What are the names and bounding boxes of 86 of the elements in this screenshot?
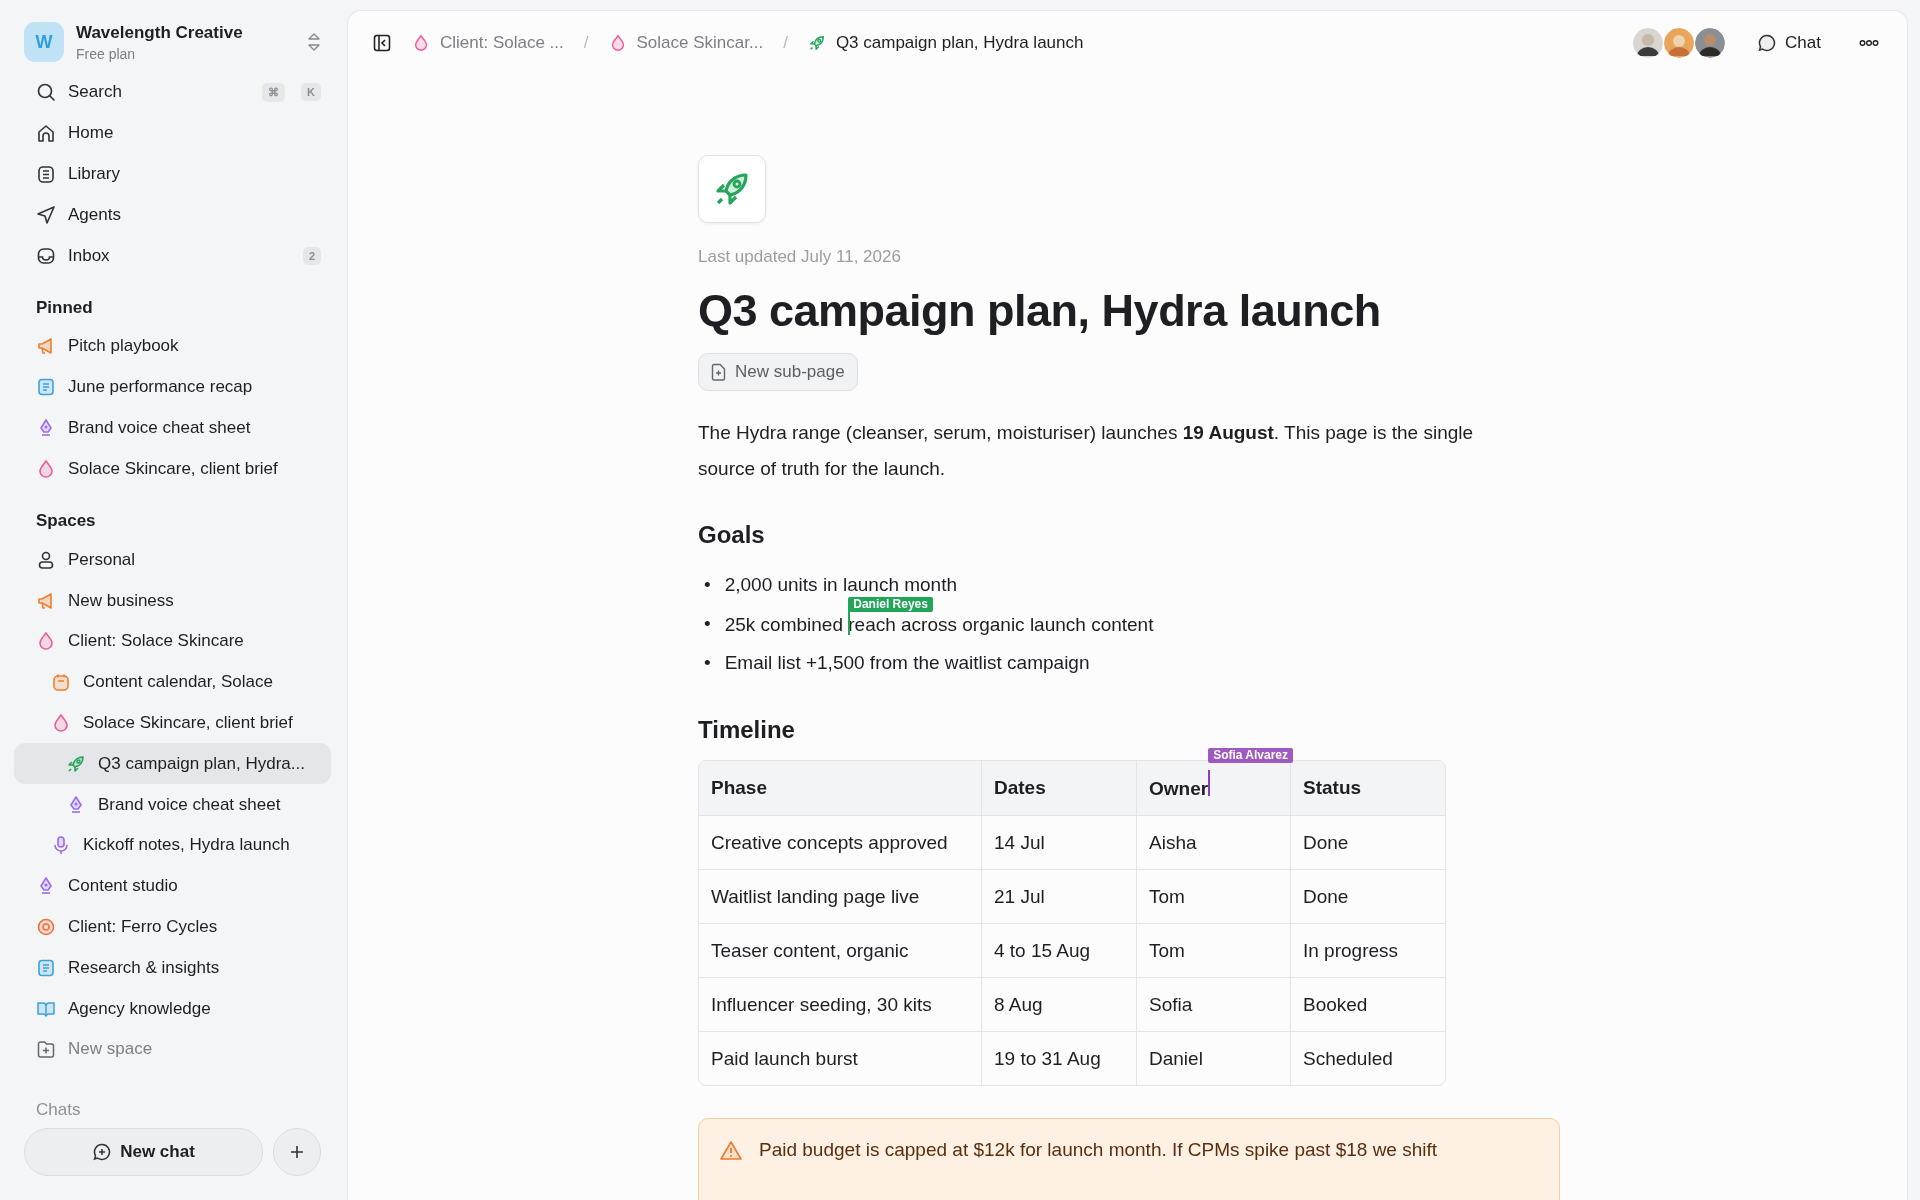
chat-button[interactable]: Chat <box>1751 32 1827 54</box>
table-cell: Paid launch burst <box>711 1047 858 1069</box>
table-cell: Tom <box>1149 885 1185 907</box>
workspace-name: Wavelength Creative <box>76 22 244 43</box>
section-heading: Pinned <box>35 298 94 319</box>
space-item[interactable]: Solace Skincare, client brief <box>14 702 331 744</box>
page-title: Q3 campaign plan, Hydra launch <box>698 285 1382 337</box>
chat-bubble-icon <box>1757 33 1778 53</box>
bullet: • <box>704 573 711 596</box>
table-cell: Daniel <box>1149 1047 1203 1069</box>
table-cell: 8 Aug <box>994 993 1043 1015</box>
space-item[interactable]: Content studio <box>14 865 331 907</box>
breadcrumb-link[interactable]: Solace Skincar... <box>602 33 770 53</box>
pinned-item[interactable]: Pitch playbook <box>14 326 331 367</box>
table-cell: Done <box>1303 885 1349 907</box>
goal-text: Email list +1,500 from the waitlist campaign <box>724 651 1090 674</box>
column-header: Status <box>1303 777 1362 798</box>
table-cell: Sofia <box>1149 993 1193 1015</box>
bullet: • <box>704 612 711 635</box>
table-cell: Waitlist landing page live <box>711 885 920 907</box>
intro-paragraph: The Hydra range (cleanser, serum, moisturiser) launches 19 August. This page is the single source of truth for the launch. <box>698 421 1475 481</box>
collaborator-name: Daniel Reyes <box>848 596 933 612</box>
pinned-item[interactable]: June performance recap <box>14 366 331 408</box>
space-item[interactable]: Personal <box>14 539 331 581</box>
breadcrumb-link[interactable]: Q3 campaign plan, Hydra launch <box>801 33 1090 53</box>
shortcut-key: ⌘ <box>262 82 286 102</box>
space-item[interactable]: New business <box>14 580 331 621</box>
table-cell: Done <box>1303 831 1349 853</box>
table-cell: Influencer seeding, 30 kits <box>711 993 932 1015</box>
column-header: Phase <box>711 777 767 798</box>
chat-plus-icon <box>92 1141 113 1162</box>
shortcut-key: K <box>301 83 321 102</box>
space-item[interactable]: Agency knowledge <box>14 988 331 1030</box>
workspace-plan: Free plan <box>76 45 137 62</box>
switcher-icon[interactable] <box>307 31 321 53</box>
space-item[interactable]: Q3 campaign plan, Hydra... <box>14 743 331 785</box>
table-cell: Creative concepts approved <box>711 831 948 853</box>
table-cell: 21 Jul <box>994 885 1045 907</box>
sidebar-toggle-icon[interactable] <box>372 33 392 53</box>
new-subpage-button[interactable]: New sub-page <box>698 353 858 391</box>
section-heading: Chats <box>35 1099 82 1120</box>
nav-item[interactable]: Search ⌘ K <box>14 72 331 113</box>
nav-item[interactable]: Agents <box>14 194 331 236</box>
new-chat-button[interactable]: New chat <box>24 1127 263 1176</box>
breadcrumb-separator: / <box>783 33 788 53</box>
space-item[interactable]: Brand voice cheat sheet <box>14 784 331 825</box>
table-cell: 14 Jul <box>994 831 1045 853</box>
bullet: • <box>704 651 711 674</box>
space-item[interactable]: Content calendar, Solace <box>14 661 331 703</box>
callout-text: Paid budget is capped at $12k for launch month. If CPMs spike past $18 we shift <box>759 1139 1438 1161</box>
collaborator-name: Sofia Alvarez <box>1208 748 1294 763</box>
pinned-item[interactable]: Solace Skincare, client brief <box>14 448 331 490</box>
space-item[interactable]: Client: Ferro Cycles <box>14 906 331 948</box>
nav-item[interactable]: Inbox 2 <box>14 235 331 277</box>
last-updated: Last updated July 11, 2026 <box>698 247 902 267</box>
table-cell: In progress <box>1303 939 1399 961</box>
avatar[interactable] <box>1695 28 1726 58</box>
section-heading: Timeline <box>698 716 796 744</box>
breadcrumb-separator: / <box>583 33 589 53</box>
column-header: Dates <box>994 777 1046 798</box>
nav-item[interactable]: Library <box>14 153 331 195</box>
avatar[interactable] <box>1633 28 1664 58</box>
space-item[interactable]: New space <box>14 1029 331 1070</box>
space-item[interactable]: Client: Solace Skincare <box>14 620 331 662</box>
pinned-item[interactable]: Brand voice cheat sheet <box>14 407 331 449</box>
space-item[interactable]: Kickoff notes, Hydra launch <box>14 825 331 866</box>
column-header: Owner <box>1149 778 1209 799</box>
count-badge: 2 <box>302 246 321 265</box>
goal-text: 2,000 units in launch month <box>724 573 958 596</box>
more-icon[interactable] <box>1859 39 1879 47</box>
page-plus-icon <box>711 363 727 381</box>
table-cell: Scheduled <box>1303 1047 1393 1069</box>
document-icon <box>36 377 56 398</box>
section-heading: Goals <box>698 521 766 549</box>
table-cell: Aisha <box>1149 831 1197 853</box>
page-icon-tile[interactable] <box>698 155 766 223</box>
space-item[interactable]: Research & insights <box>14 947 331 989</box>
breadcrumb-link[interactable]: Client: Solace ... <box>406 33 570 53</box>
table-cell: 4 to 15 Aug <box>994 939 1091 961</box>
section-heading: Spaces <box>35 511 97 532</box>
table-cell: 19 to 31 Aug <box>994 1047 1101 1069</box>
table-cell: Booked <box>1303 993 1368 1015</box>
table-cell: Tom <box>1149 939 1185 961</box>
nav-item[interactable]: Home <box>14 112 331 154</box>
table-cell: Teaser content, organic <box>711 939 909 961</box>
warning-icon <box>719 1139 743 1163</box>
